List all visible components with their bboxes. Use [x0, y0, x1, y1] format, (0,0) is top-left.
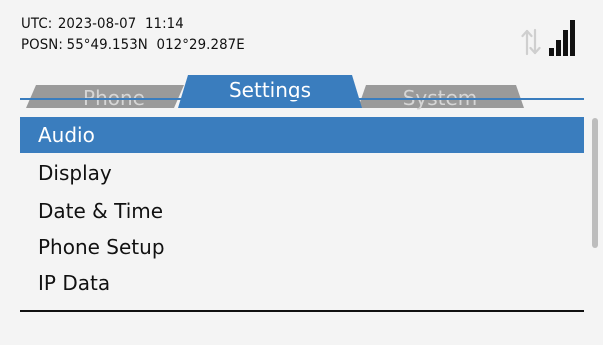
scrollbar-thumb[interactable] [592, 118, 598, 248]
signal-bar [556, 40, 561, 56]
menu-item-display[interactable]: Display [20, 155, 584, 191]
signal-bar [549, 48, 554, 56]
utc-readout: UTC: 2023-08-07 11:14 [21, 16, 184, 32]
utc-value: 2023-08-07 11:14 [57, 16, 184, 32]
tab-underline [20, 98, 584, 100]
status-bar: UTC: 2023-08-07 11:14 POSN: 55°49.153N 012… [0, 0, 603, 76]
posn-value: 55°49.153N 012°29.287E [66, 37, 245, 53]
signal-bar [563, 30, 568, 56]
tab-bar: Phone Settings System [0, 70, 603, 110]
posn-label: POSN: [21, 37, 63, 53]
utc-label: UTC: [21, 16, 53, 32]
signal-bar [570, 20, 575, 56]
settings-menu: Audio Display Date & Time Phone Setup IP… [20, 117, 584, 305]
menu-item-ip-data[interactable]: IP Data [20, 265, 584, 301]
signal-strength-icon [549, 20, 575, 56]
menu-item-audio[interactable]: Audio [20, 117, 584, 153]
data-transfer-icon [521, 28, 541, 56]
menu-item-date-time[interactable]: Date & Time [20, 193, 584, 229]
bottom-divider [20, 310, 584, 312]
menu-item-phone-setup[interactable]: Phone Setup [20, 229, 584, 265]
position-readout: POSN: 55°49.153N 012°29.287E [21, 37, 245, 53]
